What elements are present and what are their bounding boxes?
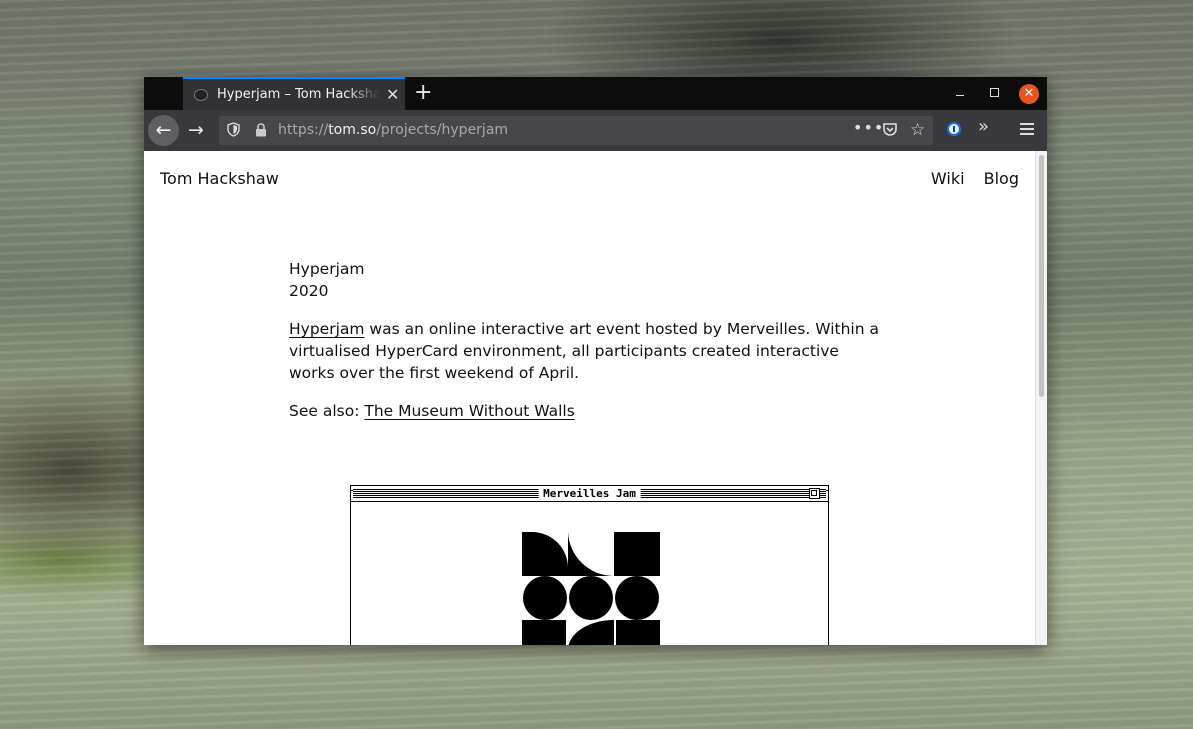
minimize-button[interactable] xyxy=(954,85,966,97)
navigation-toolbar: ← → https://tom.so/projects/hyperjam •••… xyxy=(144,110,1047,151)
hypercard-titlebar: Merveilles Jam xyxy=(351,486,828,502)
project-year: 2020 xyxy=(289,282,329,300)
see-also-label: See also: xyxy=(289,402,365,420)
tab-title: Hyperjam – Tom Hackshaw xyxy=(217,87,380,102)
lock-icon[interactable] xyxy=(255,123,267,137)
project-title: Hyperjam xyxy=(289,260,365,278)
site-nav: Wiki Blog xyxy=(917,169,1019,188)
chevron-double-right-icon[interactable]: » xyxy=(978,116,989,137)
new-tab-button[interactable]: + xyxy=(414,79,432,107)
site-title[interactable]: Tom Hackshaw xyxy=(160,169,279,188)
1password-icon[interactable] xyxy=(947,122,961,136)
url-text[interactable]: https://tom.so/projects/hyperjam xyxy=(278,122,508,138)
window-close-button[interactable]: ✕ xyxy=(1019,84,1039,104)
page-actions-icon[interactable]: ••• xyxy=(853,118,884,137)
url-scheme: https:// xyxy=(278,122,329,138)
nav-link-wiki[interactable]: Wiki xyxy=(931,169,965,188)
back-arrow-icon[interactable]: ← xyxy=(148,115,179,146)
scrollbar-thumb[interactable] xyxy=(1039,155,1044,397)
scrollbar[interactable] xyxy=(1035,151,1047,645)
article: Hyperjam 2020 Hyperjam was an online int… xyxy=(289,258,889,438)
shield-icon[interactable] xyxy=(227,122,240,137)
url-host: tom.so xyxy=(328,122,377,138)
zoom-box-icon xyxy=(809,488,820,499)
nav-link-blog[interactable]: Blog xyxy=(984,169,1019,188)
tab-hyperjam[interactable]: Hyperjam – Tom Hackshaw ✕ xyxy=(183,77,405,110)
tab-bar: Hyperjam – Tom Hackshaw ✕ + ✕ xyxy=(144,77,1047,110)
merveilles-logo-icon xyxy=(522,532,660,645)
museum-without-walls-link[interactable]: The Museum Without Walls xyxy=(364,402,574,420)
forward-arrow-icon[interactable]: → xyxy=(188,115,204,145)
see-also: See also: The Museum Without Walls xyxy=(289,400,889,422)
page-content: Tom Hackshaw Wiki Blog Hyperjam 2020 Hyp… xyxy=(144,151,1047,645)
description-text: was an online interactive art event host… xyxy=(289,320,879,382)
hypercard-title: Merveilles Jam xyxy=(538,486,641,501)
favicon-icon xyxy=(194,88,208,101)
browser-window: Hyperjam – Tom Hackshaw ✕ + ✕ ← → https:… xyxy=(144,77,1047,645)
url-path: /projects/hyperjam xyxy=(376,122,509,138)
hamburger-menu-icon[interactable] xyxy=(1020,123,1034,138)
tab-close-icon[interactable]: ✕ xyxy=(386,85,399,104)
pocket-icon[interactable] xyxy=(882,122,898,137)
hypercard-window-image: Merveilles Jam xyxy=(350,485,829,645)
star-icon[interactable]: ☆ xyxy=(910,120,925,140)
maximize-button[interactable] xyxy=(990,88,999,97)
url-bar[interactable]: https://tom.so/projects/hyperjam ••• ☆ xyxy=(219,116,933,145)
hyperjam-link[interactable]: Hyperjam xyxy=(289,320,364,338)
project-description: Hyperjam was an online interactive art e… xyxy=(289,318,889,384)
